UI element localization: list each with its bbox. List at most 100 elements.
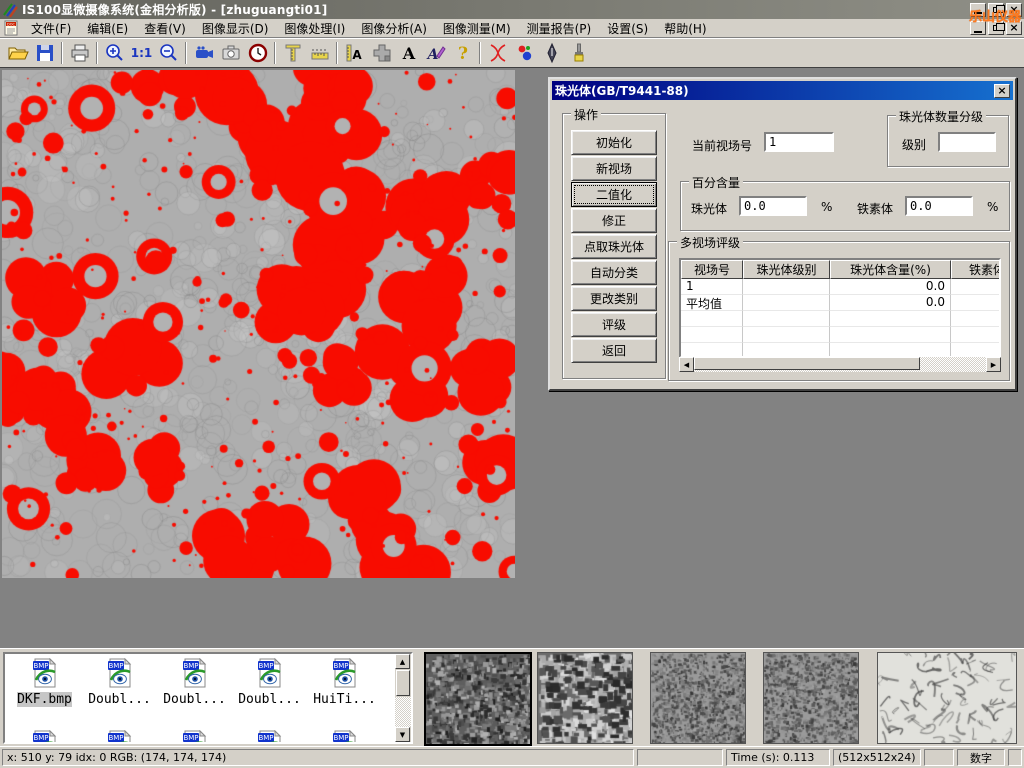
thumbnail[interactable] (537, 652, 633, 744)
open-button[interactable] (4, 40, 31, 66)
initialize-button[interactable]: 初始化 (571, 130, 657, 155)
snapshot-button[interactable] (217, 40, 244, 66)
svg-text:A: A (401, 44, 415, 63)
restore-button[interactable] (988, 3, 1004, 17)
menu-measure-report[interactable]: 测量报告(P) (519, 18, 600, 39)
phase-dots-button[interactable] (511, 40, 538, 66)
scroll-thumb[interactable] (694, 357, 920, 370)
thumbnail[interactable] (763, 652, 859, 744)
file-name[interactable]: HuiTi... (313, 692, 376, 707)
save-button[interactable] (31, 40, 58, 66)
minimize-button[interactable] (970, 3, 986, 17)
col-field-number[interactable]: 视场号 (681, 260, 743, 279)
current-field-input[interactable] (764, 132, 834, 152)
file-item[interactable]: BMP Doubl... (157, 658, 232, 707)
menu-help[interactable]: 帮助(H) (656, 18, 714, 39)
dialog-close-button[interactable]: × (994, 84, 1010, 98)
file-browser[interactable]: BMP DKF.bmp BMP Doubl... BMP Doubl... BM… (3, 652, 413, 744)
col-ferrite[interactable]: 铁素体 (951, 260, 1001, 279)
mdi-minimize-button[interactable] (970, 21, 986, 35)
scroll-thumb[interactable] (396, 670, 410, 696)
file-item[interactable]: BMP HuiTi... (307, 658, 382, 707)
menu-image-analysis[interactable]: 图像分析(A) (353, 18, 435, 39)
file-name[interactable]: Doubl... (238, 692, 301, 707)
mdi-restore-button[interactable] (988, 21, 1004, 35)
menu-image-measure[interactable]: 图像测量(M) (435, 18, 519, 39)
scroll-track[interactable] (694, 357, 986, 372)
return-button[interactable]: 返回 (571, 338, 657, 363)
bmp-file-icon: BMP (181, 730, 208, 744)
pick-pearlite-button[interactable]: 点取珠光体 (571, 234, 657, 259)
scroll-left-button[interactable]: ◀ (679, 357, 694, 372)
file-item[interactable]: BMP DKF.bmp (7, 658, 82, 707)
grid-cross-button[interactable] (368, 40, 395, 66)
new-field-button[interactable]: 新视场 (571, 156, 657, 181)
file-item[interactable]: BMP Doubl... (82, 658, 157, 707)
caliper-button[interactable] (279, 40, 306, 66)
grade-input[interactable] (938, 132, 996, 152)
scroll-right-button[interactable]: ▶ (986, 357, 1001, 372)
toolbar: 1:1 A A A ? (0, 38, 1024, 68)
file-item[interactable]: BMP (307, 730, 382, 744)
actual-size-button[interactable]: 1:1 (128, 40, 155, 66)
menu-image-processing[interactable]: 图像处理(I) (276, 18, 353, 39)
scroll-down-button[interactable]: ▼ (395, 727, 410, 742)
close-button[interactable]: × (1006, 3, 1022, 17)
mdi-close-button[interactable]: × (1006, 21, 1022, 35)
file-item[interactable]: BMP Doubl... (232, 658, 307, 707)
file-name[interactable]: Doubl... (88, 692, 151, 707)
ferrite-percent-input[interactable] (905, 196, 973, 216)
curve-tool-button[interactable] (484, 40, 511, 66)
menu-settings[interactable]: 设置(S) (599, 18, 656, 39)
scroll-track[interactable] (395, 697, 411, 727)
zoom-out-button[interactable] (155, 40, 182, 66)
bmp-file-icon: BMP (31, 658, 58, 691)
file-item[interactable]: BMP (232, 730, 307, 744)
col-pearlite-grade[interactable]: 珠光体级别 (743, 260, 830, 279)
print-button[interactable] (66, 40, 93, 66)
minimize-icon (974, 31, 982, 33)
text-a-icon: A (398, 42, 420, 64)
text-button[interactable]: A (395, 40, 422, 66)
help-button[interactable]: ? (449, 40, 476, 66)
table-row[interactable]: 平均值 0.0 (681, 295, 999, 311)
menu-view[interactable]: 查看(V) (136, 18, 194, 39)
file-vertical-scrollbar[interactable]: ▲ ▼ (395, 654, 411, 742)
file-item[interactable]: BMP (7, 730, 82, 744)
operations-group-label: 操作 (571, 106, 601, 123)
annotate-button[interactable]: A (422, 40, 449, 66)
table-horizontal-scrollbar[interactable]: ◀ ▶ (679, 357, 1001, 372)
svg-text:BMP: BMP (108, 734, 123, 742)
col-pearlite-content[interactable]: 珠光体含量(%) (830, 260, 951, 279)
svg-text:?: ? (458, 44, 468, 64)
file-name[interactable]: Doubl... (163, 692, 226, 707)
file-item[interactable]: BMP (157, 730, 232, 744)
rating-table[interactable]: 视场号 珠光体级别 珠光体含量(%) 铁素体 1 0.0 平均值 (679, 258, 1001, 358)
video-capture-button[interactable] (190, 40, 217, 66)
zoom-in-button[interactable] (101, 40, 128, 66)
pearlite-percent-input[interactable] (739, 196, 807, 216)
menu-edit[interactable]: 编辑(E) (79, 18, 136, 39)
correct-button[interactable]: 修正 (571, 208, 657, 233)
dialog-title-bar[interactable]: 珠光体(GB/T9441-88) × (552, 81, 1013, 100)
ruler-button[interactable] (306, 40, 333, 66)
brush-button[interactable] (565, 40, 592, 66)
binarize-button[interactable]: 二值化 (571, 182, 657, 207)
file-item[interactable]: BMP (82, 730, 157, 744)
timer-button[interactable] (244, 40, 271, 66)
menu-image-display[interactable]: 图像显示(D) (194, 18, 277, 39)
pen-button[interactable] (538, 40, 565, 66)
metallographic-image[interactable] (2, 70, 515, 578)
file-name-selected[interactable]: DKF.bmp (17, 692, 72, 707)
change-class-button[interactable]: 更改类别 (571, 286, 657, 311)
thumbnail[interactable] (877, 652, 1017, 744)
toolbar-separator (336, 42, 338, 64)
menu-file[interactable]: 文件(F) (23, 18, 79, 39)
thumbnail[interactable] (650, 652, 746, 744)
scroll-up-button[interactable]: ▲ (395, 654, 410, 669)
thumbnail-selected[interactable] (424, 652, 532, 746)
measure-text-button[interactable]: A (341, 40, 368, 66)
auto-classify-button[interactable]: 自动分类 (571, 260, 657, 285)
rate-button[interactable]: 评级 (571, 312, 657, 337)
table-row[interactable]: 1 0.0 (681, 279, 999, 295)
